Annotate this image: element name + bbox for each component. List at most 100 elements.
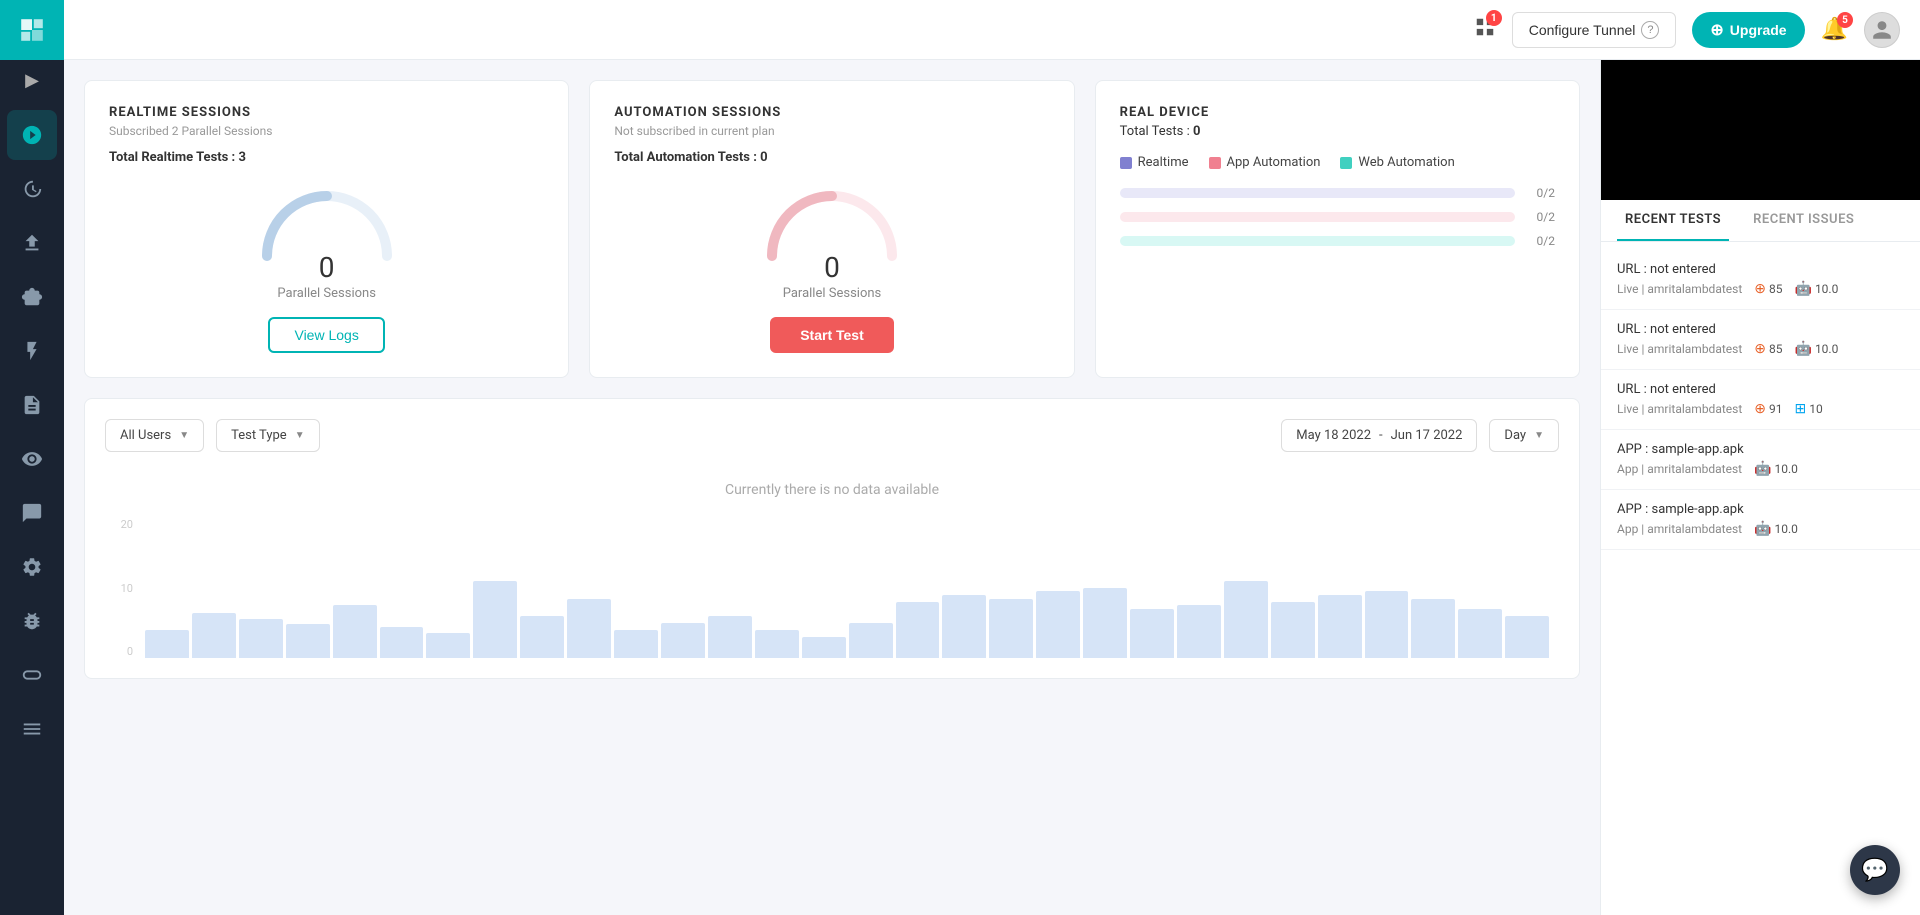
date-separator: - (1379, 428, 1383, 443)
upgrade-icon: ⊕ (1710, 20, 1723, 40)
bar-16 (849, 623, 893, 658)
test-1-meta: Live | amritalambdatest ⊕ 85 🤖 10.0 (1617, 281, 1904, 297)
apps-grid-button[interactable]: 1 (1474, 16, 1496, 43)
y-label-0: 0 (127, 645, 133, 658)
sidebar-item-upload[interactable] (7, 218, 57, 268)
bar-15 (802, 637, 846, 658)
bar-13 (708, 616, 752, 658)
user-avatar[interactable] (1864, 12, 1900, 48)
configure-tunnel-button[interactable]: Configure Tunnel ? (1512, 12, 1677, 48)
right-panel-preview (1601, 60, 1920, 200)
recent-test-3: URL : not entered Live | amritalambdates… (1601, 370, 1920, 430)
automation-gauge-sub: Parallel Sessions (783, 286, 882, 301)
main-content: 1 Configure Tunnel ? ⊕ Upgrade 🔔 5 REA (64, 0, 1920, 915)
bar-24 (1224, 581, 1268, 658)
progress-row-realtime: 0/2 (1120, 186, 1555, 200)
progress-bg-realtime (1120, 188, 1515, 198)
right-panel-content: URL : not entered Live | amritalambdates… (1601, 242, 1920, 915)
help-icon[interactable]: ? (1641, 21, 1659, 39)
test-4-source: App | amritalambdatest (1617, 462, 1742, 476)
bar-18 (942, 595, 986, 658)
test-type-filter[interactable]: Test Type ▼ (216, 419, 320, 452)
sidebar-item-automation[interactable] (7, 272, 57, 322)
progress-label-web: 0/2 (1525, 234, 1555, 248)
sidebar-logo[interactable] (0, 0, 64, 60)
realtime-total: Total Realtime Tests : 3 (109, 150, 544, 165)
legend-realtime-label: Realtime (1138, 155, 1189, 170)
recent-test-4: APP : sample-app.apk App | amritalambdat… (1601, 430, 1920, 490)
all-users-label: All Users (120, 428, 171, 443)
automation-gauge-value: 0 (824, 251, 840, 284)
granularity-filter[interactable]: Day ▼ (1489, 419, 1559, 452)
test-1-source: Live | amritalambdatest (1617, 282, 1742, 296)
tab-recent-issues[interactable]: RECENT ISSUES (1745, 200, 1862, 241)
sidebar-item-home[interactable] (7, 110, 57, 160)
bar-21 (1083, 588, 1127, 658)
sidebar-item-settings[interactable] (7, 542, 57, 592)
chart-section: All Users ▼ Test Type ▼ May 18 2022 - Ju… (84, 398, 1580, 679)
test-2-meta: Live | amritalambdatest ⊕ 85 🤖 10.0 (1617, 341, 1904, 357)
realtime-title: REALTIME SESSIONS (109, 105, 544, 120)
topbar: 1 Configure Tunnel ? ⊕ Upgrade 🔔 5 (64, 0, 1920, 60)
bar-14 (755, 630, 799, 658)
progress-row-web: 0/2 (1120, 234, 1555, 248)
realtime-gauge: 0 Parallel Sessions (109, 181, 544, 301)
tab-recent-tests[interactable]: RECENT TESTS (1617, 200, 1729, 241)
bar-22 (1130, 609, 1174, 658)
notifications-bell[interactable]: 🔔 5 (1821, 17, 1848, 42)
view-logs-button[interactable]: View Logs (268, 317, 384, 353)
android-icon-5: 🤖 (1754, 521, 1771, 537)
automation-gauge-svg (762, 181, 902, 261)
notifications-badge: 5 (1837, 12, 1853, 28)
filter-row: All Users ▼ Test Type ▼ May 18 2022 - Ju… (105, 419, 1559, 452)
upgrade-button[interactable]: ⊕ Upgrade (1692, 12, 1804, 48)
start-test-button[interactable]: Start Test (770, 317, 894, 353)
date-range-filter[interactable]: May 18 2022 - Jun 17 2022 (1281, 419, 1477, 452)
page-body: REALTIME SESSIONS Subscribed 2 Parallel … (64, 60, 1920, 915)
realtime-sessions-card: REALTIME SESSIONS Subscribed 2 Parallel … (84, 80, 569, 378)
legend-app-automation-dot (1209, 157, 1221, 169)
automation-total: Total Automation Tests : 0 (614, 150, 1049, 165)
chat-icon: 💬 (1861, 858, 1888, 883)
sidebar-item-history[interactable] (7, 164, 57, 214)
bar-17 (896, 602, 940, 658)
progress-label-realtime: 0/2 (1525, 186, 1555, 200)
bar-8 (473, 581, 517, 658)
sidebar-item-toggle[interactable] (7, 650, 57, 700)
chrome-icon-1: ⊕ (1754, 281, 1766, 297)
test-2-browser: ⊕ 85 (1754, 341, 1782, 357)
date-from: May 18 2022 (1296, 428, 1371, 443)
test-1-url: URL : not entered (1617, 262, 1904, 277)
all-users-filter[interactable]: All Users ▼ (105, 419, 204, 452)
progress-label-app: 0/2 (1525, 210, 1555, 224)
sidebar-item-lightning[interactable] (7, 326, 57, 376)
chat-widget[interactable]: 💬 (1850, 845, 1900, 895)
progress-bg-app (1120, 212, 1515, 222)
test-4-meta: App | amritalambdatest 🤖 10.0 (1617, 461, 1904, 477)
sidebar-item-bug[interactable] (7, 596, 57, 646)
bar-7 (426, 633, 470, 658)
legend-realtime-dot (1120, 157, 1132, 169)
sidebar-item-docs[interactable] (7, 380, 57, 430)
automation-subtitle: Not subscribed in current plan (614, 124, 1049, 138)
sidebar-item-more[interactable] (7, 704, 57, 754)
bar-6 (380, 627, 424, 658)
chrome-icon-2: ⊕ (1754, 341, 1766, 357)
all-users-chevron: ▼ (179, 430, 189, 441)
test-5-meta: App | amritalambdatest 🤖 10.0 (1617, 521, 1904, 537)
bar-2 (192, 613, 236, 658)
bar-10 (567, 599, 611, 658)
sidebar-item-visual[interactable] (7, 434, 57, 484)
test-1-browser: ⊕ 85 (1754, 281, 1782, 297)
sidebar-nav (0, 100, 64, 754)
configure-tunnel-label: Configure Tunnel (1529, 22, 1636, 38)
recent-test-1: URL : not entered Live | amritalambdates… (1601, 250, 1920, 310)
sidebar-expand-btn[interactable]: ▶ (7, 60, 57, 100)
test-3-meta: Live | amritalambdatest ⊕ 91 ⊞ 10 (1617, 401, 1904, 417)
test-type-label: Test Type (231, 428, 287, 443)
progress-bg-web (1120, 236, 1515, 246)
test-3-browser: ⊕ 91 (1754, 401, 1782, 417)
sidebar-item-app[interactable] (7, 488, 57, 538)
legend-app-automation-label: App Automation (1227, 155, 1321, 170)
automation-title: AUTOMATION SESSIONS (614, 105, 1049, 120)
